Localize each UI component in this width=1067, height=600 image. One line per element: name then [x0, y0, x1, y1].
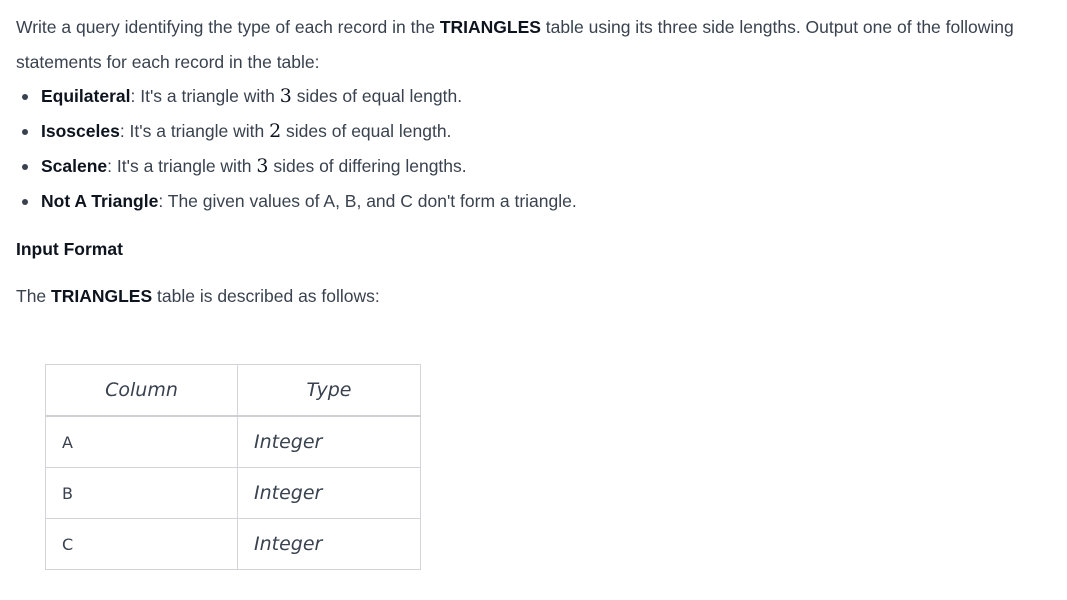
triangle-types-list: Equilateral: It's a triangle with 3 side…	[16, 79, 577, 219]
type-desc-after: sides of differing lengths.	[268, 156, 467, 176]
type-number: 3	[279, 85, 292, 107]
type-desc-after: sides of equal length.	[291, 86, 463, 106]
type-separator: :	[119, 121, 130, 141]
bullet-icon	[22, 199, 28, 205]
type-number: 2	[269, 120, 282, 142]
list-item-scalene: Scalene: It's a triangle with 3 sides of…	[16, 149, 577, 184]
input-format-description: The TRIANGLES table is described as foll…	[16, 284, 380, 308]
type-desc-before: It's a triangle with	[129, 121, 270, 141]
cell-column-type: Integer	[237, 415, 421, 468]
desc-before: The	[16, 286, 52, 306]
cell-column-type: Integer	[237, 518, 421, 570]
type-separator: :	[107, 156, 117, 176]
intro-paragraph: Write a query identifying the type of ea…	[16, 10, 1016, 80]
type-desc-before: The given values of A, B, and C don't fo…	[167, 191, 577, 211]
column-header-column: Column	[45, 364, 238, 417]
type-name: Not A Triangle	[41, 191, 159, 211]
cell-column-name: A	[45, 415, 238, 468]
type-name: Isosceles	[41, 121, 120, 141]
type-desc-before: It's a triangle with	[140, 86, 280, 106]
input-format-heading: Input Format	[16, 239, 123, 259]
intro-table-name: TRIANGLES	[439, 17, 541, 37]
type-number: 3	[256, 155, 269, 177]
bullet-icon	[22, 94, 28, 100]
desc-table-name: TRIANGLES	[51, 286, 153, 306]
table-row: A Integer	[45, 415, 421, 468]
type-name: Scalene	[41, 156, 108, 176]
column-header-type: Type	[237, 364, 421, 417]
type-separator: :	[158, 191, 168, 211]
desc-after: table is described as follows:	[152, 286, 380, 306]
list-item-isosceles: Isosceles: It's a triangle with 2 sides …	[16, 114, 577, 149]
cell-column-type: Integer	[237, 467, 421, 519]
intro-text-before: Write a query identifying the type of ea…	[16, 17, 440, 37]
list-item-not-a-triangle: Not A Triangle: The given values of A, B…	[16, 184, 577, 219]
cell-column-name: C	[45, 518, 238, 570]
bullet-icon	[22, 164, 28, 170]
cell-column-name: B	[45, 467, 238, 519]
list-item-equilateral: Equilateral: It's a triangle with 3 side…	[16, 79, 577, 114]
table-row: B Integer	[45, 467, 421, 519]
problem-statement: Write a query identifying the type of ea…	[0, 0, 1067, 600]
type-name: Equilateral	[41, 86, 131, 106]
bullet-icon	[22, 129, 28, 135]
table-row: C Integer	[45, 518, 421, 570]
type-desc-after: sides of equal length.	[281, 121, 452, 141]
type-desc-before: It's a triangle with	[116, 156, 257, 176]
table-header-row: Column Type	[45, 364, 421, 417]
type-separator: :	[130, 86, 141, 106]
schema-table: Column Type A Integer B Integer C Intege…	[45, 364, 421, 570]
